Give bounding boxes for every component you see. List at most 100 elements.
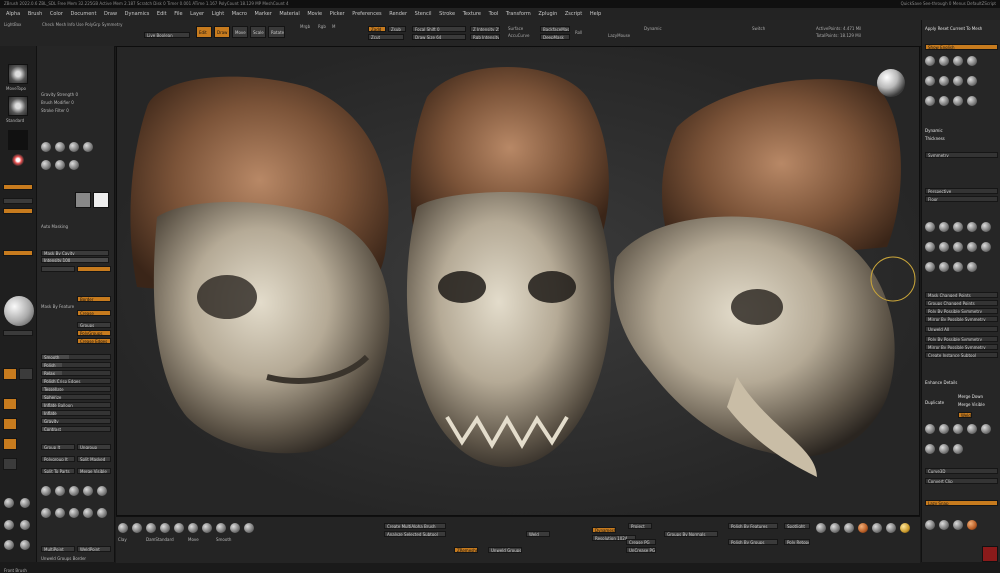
analyze-subtool-button[interactable]: Analyze Selected Subtool [384,531,446,537]
material-icon-silver[interactable] [886,523,896,533]
bottom-brush-icon-smooth[interactable] [216,523,226,533]
polish-crisp-slider[interactable]: Polish Crisp Edges [41,378,111,384]
edit-button[interactable]: Edit [196,26,212,38]
show-english-button[interactable]: Show English [925,44,998,50]
check-mesh-label[interactable]: Check Mesh Info Use PolyGrp Symmetry [42,22,122,27]
brush-thumb-move[interactable] [8,64,28,84]
right-brush-icon-7[interactable] [939,444,949,454]
live-boolean-button[interactable]: Live Boolean [144,32,190,38]
grow-button[interactable] [3,198,33,204]
perspective-button[interactable]: Perspective [925,188,998,194]
canvas-viewport[interactable] [116,46,920,516]
groups-by-normals-button[interactable]: Groups By Normals [664,531,718,537]
rgb-intensity-slider[interactable]: Rgb Intensity 100 [470,34,500,40]
intensity-slider[interactable]: Intensity 100 [41,257,109,263]
unweld-groups-button[interactable]: Unweld Groups [488,547,522,553]
right-tool-icon-4[interactable] [967,56,977,66]
crease-edges-button[interactable]: Crease Edges [77,338,111,344]
menu-marker[interactable]: Marker [252,8,275,20]
tool-icon-4[interactable] [83,486,93,496]
zremesher-button[interactable]: ZRemesher [454,547,478,553]
right-tool-icon-3[interactable] [953,56,963,66]
brush-thumb-standard[interactable] [8,96,28,116]
right-subtool-icon-14[interactable] [967,262,977,272]
right-tool-icon-11[interactable] [953,96,963,106]
rgb-toggle[interactable]: Rgb [318,24,326,29]
spherize-slider[interactable]: Spherize [41,394,111,400]
menu-zplugin[interactable]: Zplugin [535,8,560,20]
poly-by-symmetry-2-button[interactable]: Poly By Possible Symmetry [925,336,998,342]
zcut-button[interactable]: Zcut [368,34,404,40]
inflate-slider[interactable]: Inflate [41,410,111,416]
ungroup-button[interactable]: Ungroup [77,444,111,450]
right-brush-icon-3[interactable] [953,424,963,434]
alpha-ball-icon-5[interactable] [41,160,51,170]
unweld-groups-label[interactable]: Unweld Groups Border [41,556,86,561]
menu-zscript[interactable]: Zscript [562,8,585,20]
material-icon-copper[interactable] [858,523,868,533]
floor-button[interactable] [3,418,17,430]
split-to-parts-button[interactable]: Split To Parts [41,468,75,474]
alpha-ball-icon-2[interactable] [55,142,65,152]
right-subtool-icon-4[interactable] [967,222,977,232]
right-tool-icon-7[interactable] [953,76,963,86]
tool-icon-1[interactable] [41,486,51,496]
lightbox-label[interactable]: LightBox [4,22,21,27]
rotate-button[interactable]: Rotate [268,26,285,38]
apply-reset-label[interactable]: Apply Reset Current To Mesh [925,26,982,32]
shelf-brush-icon-2[interactable] [20,498,30,508]
right-subtool-icon-2[interactable] [939,222,949,232]
material-icon-skin-right[interactable] [953,520,963,530]
right-subtool-icon-7[interactable] [939,242,949,252]
focal-shift-slider[interactable]: Focal Shift 0 [412,26,466,32]
material-icon-basic[interactable] [816,523,826,533]
dots-button[interactable] [3,184,33,190]
menu-draw[interactable]: Draw [101,8,120,20]
menu-texture[interactable]: Texture [460,8,484,20]
alpha-thumb[interactable] [8,130,28,150]
material-icon-gold[interactable] [900,523,910,533]
tool-icon-6[interactable] [41,508,51,518]
right-tool-icon-12[interactable] [967,96,977,106]
right-subtool-icon-6[interactable] [925,242,935,252]
polygroups-button[interactable]: PolyGroups [77,330,111,336]
polygroup-it-button[interactable]: Polygroup It [41,456,75,462]
shelf-brush-icon-4[interactable] [20,520,30,530]
ghost-button[interactable] [19,368,33,380]
right-tool-icon-8[interactable] [967,76,977,86]
spotlight-button[interactable]: Spotlight [784,523,810,529]
merge-visible-button[interactable]: Merge Visible [77,468,111,474]
texture-swatch[interactable] [75,192,91,208]
m-toggle[interactable]: M [332,24,335,29]
create-instance-button[interactable]: Create Instance Subtool [925,352,998,358]
right-subtool-icon-3[interactable] [953,222,963,232]
mask-by-cavity-button[interactable]: Mask By Cavity [41,250,109,256]
right-brush-icon-1[interactable] [925,424,935,434]
menu-dynamics[interactable]: Dynamics [122,8,153,20]
dynamic-label[interactable]: Dynamic [925,128,943,134]
material-icon-copper-right[interactable] [967,520,977,530]
material-icon-matcap-right[interactable] [939,520,949,530]
menu-movie[interactable]: Movie [304,8,325,20]
alpha-ball-icon-3[interactable] [69,142,79,152]
brush-modifier-label[interactable]: Brush Modifier 0 [41,100,74,105]
weld-button[interactable]: Weld [526,531,550,537]
polish-by-groups-button[interactable]: Polish By Groups [728,539,778,545]
material-icon-matcap[interactable] [830,523,840,533]
mat-label[interactable] [3,330,33,336]
move-button[interactable]: Move [232,26,248,38]
mask-by-feature-label[interactable]: Mask By Feature [41,304,74,309]
lazymouse-toggle[interactable]: LazyMouse [608,33,630,38]
zsub-button[interactable]: Zsub [388,26,406,32]
menu-document[interactable]: Document [68,8,100,20]
floor-button[interactable]: Floor [925,196,998,202]
gravity-slider[interactable]: Gravity [41,418,111,424]
groups-button[interactable]: Groups [77,322,111,328]
bottom-brush-icon-inflate[interactable] [174,523,184,533]
duplicate-label[interactable]: Duplicate [925,400,944,406]
material-icon-chrome[interactable] [872,523,882,533]
right-tool-icon-1[interactable] [925,56,935,66]
draw-button[interactable]: Draw [214,26,230,38]
transp-button[interactable] [3,368,17,380]
right-subtool-icon-11[interactable] [925,262,935,272]
